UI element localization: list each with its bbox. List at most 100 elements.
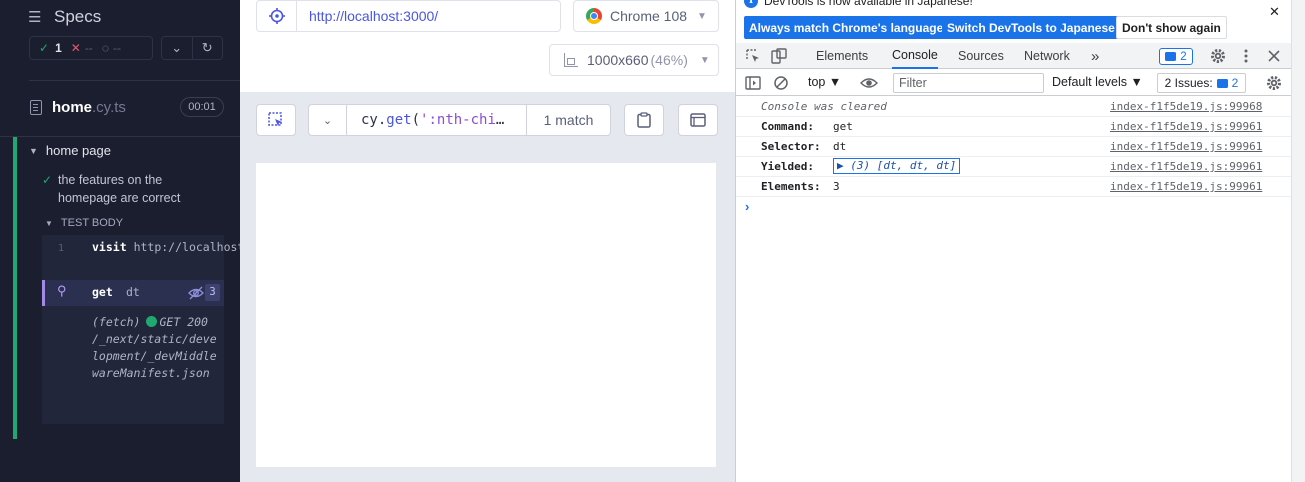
console-value: dt [833, 140, 847, 153]
match-language-button[interactable]: Always match Chrome's language [744, 16, 949, 39]
viewport-icon [564, 53, 578, 67]
devtools-scrollbar[interactable] [1291, 0, 1305, 482]
suite-title[interactable]: ▼ home page [29, 143, 111, 158]
fetch-status: 200 [187, 315, 208, 329]
chrome-icon [586, 8, 602, 24]
clipboard-icon [637, 112, 651, 128]
close-icon[interactable]: ✕ [1269, 4, 1280, 20]
gear-icon[interactable] [1210, 48, 1226, 64]
check-icon: ✓ [39, 41, 50, 55]
pin-icon: ⚲ [57, 284, 67, 299]
crosshair-icon [268, 8, 285, 24]
command-visit[interactable]: 1 visit http://localhost:3000 [42, 238, 279, 278]
aut-stage: ⌄ cy. get(':nth-chi… 1 match [240, 92, 735, 482]
selector-input[interactable]: ⌄ cy. get(':nth-chi… 1 match [308, 104, 611, 136]
tab-elements[interactable]: Elements [816, 43, 868, 69]
url-bar[interactable]: http://localhost:3000/ [256, 0, 561, 32]
clear-console-icon[interactable] [773, 75, 789, 91]
yielded-array-value[interactable]: ▶ (3) [dt, dt, dt] [833, 158, 961, 174]
test-title[interactable]: ✓ the features on the homepage are corre… [42, 171, 222, 207]
status-dot-icon [146, 316, 158, 327]
selector-playground-icon[interactable] [257, 1, 297, 31]
menu-icon[interactable]: ☰ [28, 8, 48, 26]
app-under-test: http://localhost:3000/ Chrome 108 ▼ 1000… [240, 0, 735, 482]
dont-show-again-button[interactable]: Don't show again [1116, 16, 1227, 39]
rerun-icon[interactable]: ↻ [193, 37, 223, 59]
chevron-down-icon[interactable]: ⌄ [162, 37, 193, 59]
reporter-panel: ☰ Specs ✓ 1 ✕ -- ◌ -- ⌄ ↻ home .cy.ts 00… [0, 0, 279, 482]
browser-select[interactable]: Chrome 108 ▼ [573, 0, 719, 32]
pending-count: -- [112, 41, 121, 55]
log-levels-select[interactable]: Default levels ▼ [1052, 75, 1143, 89]
copy-button[interactable] [624, 104, 664, 136]
console-label: Command: [761, 120, 814, 133]
device-toolbar-icon[interactable] [771, 48, 787, 64]
command-fetch[interactable]: (fetch) GET 200 /_next/static/development… [92, 314, 220, 382]
aut-iframe[interactable] [256, 163, 716, 467]
language-infobar: i DevTools is now available in Japanese!… [736, 0, 1291, 42]
viewport-size: 1000x660 [587, 52, 649, 68]
close-icon[interactable] [1266, 48, 1282, 64]
test-title-text: the features on the homepage are correct [58, 173, 181, 205]
query-fn: get [386, 112, 412, 128]
test-body-label[interactable]: ▼ TEST BODY [45, 217, 123, 229]
inspect-element-icon[interactable] [745, 48, 761, 64]
source-link[interactable]: index-f1f5de19.js:99961 [1110, 160, 1262, 173]
match-count: 1 match [543, 112, 594, 128]
selector-query[interactable]: cy. get(':nth-chi… [347, 105, 527, 135]
check-icon: ✓ [42, 173, 53, 187]
cursor-select-icon [268, 112, 282, 126]
console-value: get [833, 120, 853, 133]
devtools-panel: i DevTools is now available in Japanese!… [735, 0, 1305, 482]
source-link[interactable]: index-f1f5de19.js:99961 [1110, 120, 1262, 133]
kebab-menu-icon[interactable] [1238, 48, 1254, 64]
console-settings-gear-icon[interactable] [1266, 75, 1282, 91]
tab-sources[interactable]: Sources [958, 43, 1004, 69]
command-arg: dt [126, 285, 140, 299]
issue-count: 2 [1180, 50, 1187, 63]
divider [29, 80, 240, 81]
pending-stat: ◌ -- [102, 41, 121, 55]
tab-console[interactable]: Console [892, 43, 938, 69]
issues-badge[interactable]: 2 [1159, 48, 1193, 65]
command-get[interactable]: ⚲ get dt 3 [42, 280, 224, 306]
query-string: ':nth-chi [420, 112, 496, 128]
infobar-text: DevTools is now available in Japanese! [764, 0, 973, 8]
suite: ▼ home page ✓ the features on the homepa… [13, 137, 279, 439]
filter-input[interactable]: Filter [893, 73, 1044, 93]
switch-japanese-button[interactable]: Switch DevTools to Japanese [942, 16, 1120, 39]
print-to-console-button[interactable] [678, 104, 718, 136]
context-select[interactable]: top ▼ [808, 75, 841, 89]
console-message: Selector: dt index-f1f5de19.js:99961 [736, 137, 1291, 157]
issues-count: 2 [1216, 76, 1238, 90]
failed-stat: ✕ -- [71, 41, 93, 55]
tab-network[interactable]: Network [1024, 43, 1070, 69]
spec-duration: 00:01 [180, 97, 224, 117]
source-link[interactable]: index-f1f5de19.js:99961 [1110, 180, 1262, 193]
issues-button[interactable]: 2 Issues: 2 [1157, 73, 1246, 93]
source-link[interactable]: index-f1f5de19.js:99968 [1110, 100, 1262, 113]
passed-count: 1 [55, 41, 62, 55]
viewport-select[interactable]: 1000x660 (46%) ▼ [549, 44, 719, 76]
element-picker-button[interactable] [256, 104, 296, 136]
console-value: 3 [833, 180, 840, 193]
console-message: Console was cleared index-f1f5de19.js:99… [736, 97, 1291, 117]
url-text[interactable]: http://localhost:3000/ [297, 1, 438, 31]
command-name: visit [92, 240, 127, 254]
console-prompt[interactable]: › [745, 199, 749, 214]
sidebar-toggle-icon[interactable] [745, 75, 761, 91]
element-count-badge: 3 [205, 284, 220, 301]
source-link[interactable]: index-f1f5de19.js:99961 [1110, 140, 1262, 153]
more-tabs-icon[interactable]: » [1091, 43, 1099, 69]
live-expression-eye-icon[interactable] [860, 76, 878, 90]
specs-header[interactable]: ☰ Specs [28, 6, 101, 28]
browser-name: Chrome 108 [610, 8, 688, 24]
chevron-down-icon[interactable]: ⌄ [309, 105, 347, 135]
caret-down-icon: ▼ [29, 145, 38, 156]
chevron-down-icon: ▼ [697, 10, 707, 22]
run-controls: ⌄ ↻ [161, 36, 223, 60]
info-icon: i [744, 0, 758, 8]
query-ellipsis: … [495, 112, 505, 128]
eye-slash-icon[interactable] [188, 285, 204, 301]
suite-title-text: home page [45, 143, 111, 158]
